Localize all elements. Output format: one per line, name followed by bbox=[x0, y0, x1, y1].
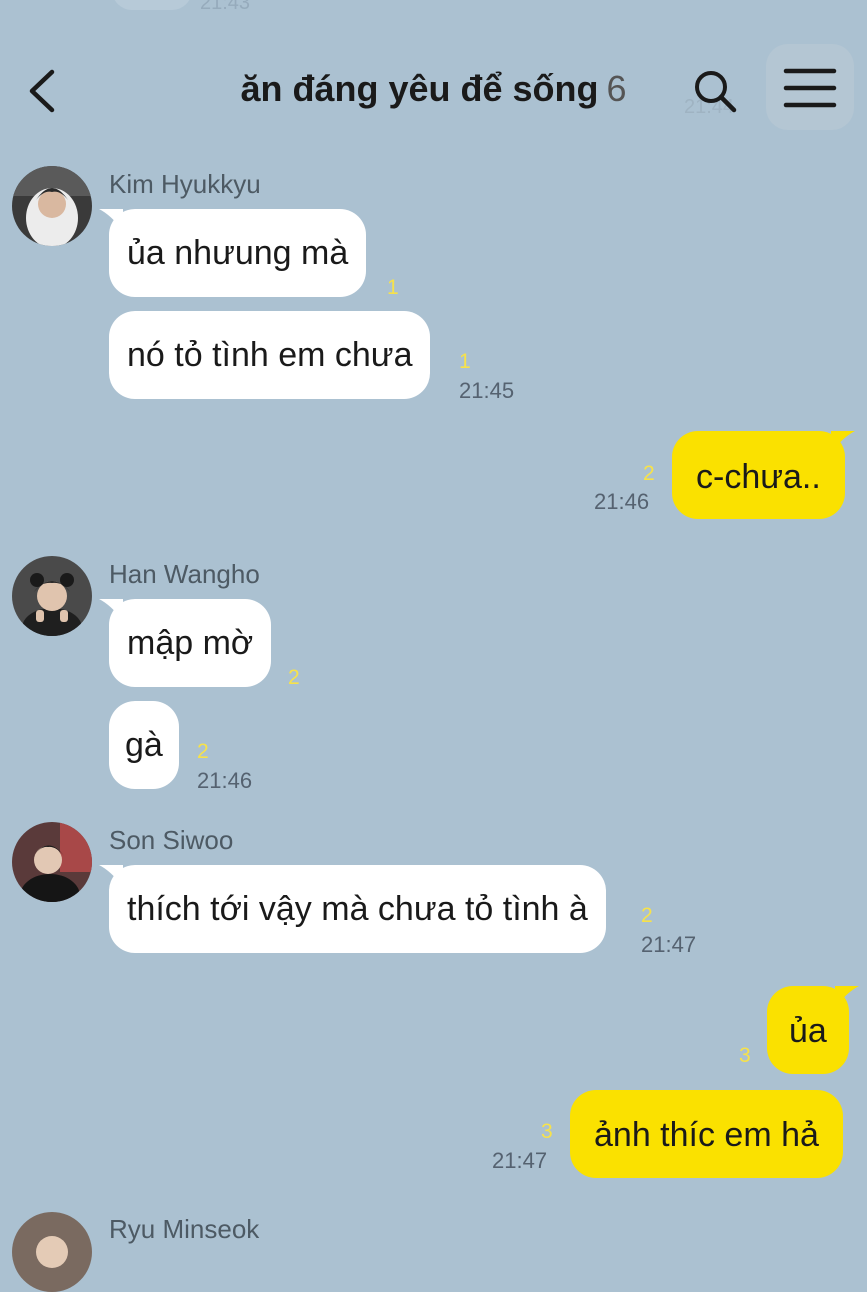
message-timestamp: 21:46 bbox=[197, 768, 253, 793]
avatar-kim-hyukkyu[interactable] bbox=[12, 166, 92, 246]
avatar-han-wangho[interactable] bbox=[12, 556, 92, 636]
unread-count: 3 bbox=[541, 1120, 553, 1143]
avatar-next-sender[interactable] bbox=[12, 1212, 92, 1292]
message-bubble[interactable]: nó tỏ tình em chưa bbox=[109, 311, 431, 399]
message-bubble[interactable]: gà bbox=[109, 701, 179, 789]
unread-count: 2 bbox=[288, 666, 300, 689]
unread-count: 1 bbox=[387, 276, 399, 299]
message-timestamp: 21:46 bbox=[594, 489, 650, 514]
sender-name: Kim Hyukkyu bbox=[109, 169, 261, 199]
message-text: gà bbox=[125, 726, 163, 764]
avatar-son-siwoo[interactable] bbox=[12, 822, 92, 902]
previous-bubble-partial bbox=[112, 0, 192, 10]
message-text: ủa nhưung mà bbox=[127, 234, 349, 272]
unread-count: 3 bbox=[739, 1044, 751, 1067]
sender-name: Son Siwoo bbox=[109, 825, 234, 855]
message-timestamp: 21:47 bbox=[492, 1148, 548, 1173]
message-bubble[interactable]: mập mờ bbox=[99, 599, 272, 687]
message-text: ủa bbox=[789, 1012, 827, 1050]
my-message-bubble[interactable]: ảnh thíc em hả bbox=[570, 1090, 843, 1178]
unread-count: 2 bbox=[641, 904, 653, 927]
unread-count: 2 bbox=[197, 740, 209, 763]
chat-title-text: ăn đáng yêu để sống bbox=[240, 68, 599, 109]
message-text: ảnh thíc em hả bbox=[594, 1116, 819, 1154]
search-icon[interactable] bbox=[692, 68, 738, 114]
my-message-bubble[interactable]: c-chưa.. bbox=[672, 431, 855, 519]
message-timestamp: 21:45 bbox=[459, 378, 515, 403]
sender-name: Han Wangho bbox=[109, 559, 260, 589]
unread-count: 2 bbox=[643, 462, 655, 485]
message-text: nó tỏ tình em chưa bbox=[127, 336, 413, 374]
message-text: thích tới vậy mà chưa tỏ tình à bbox=[127, 890, 588, 928]
message-text: mập mờ bbox=[127, 624, 254, 662]
unread-count: 1 bbox=[459, 350, 471, 373]
sender-name: Ryu Minseok bbox=[109, 1214, 260, 1244]
message-timestamp: 21:47 bbox=[641, 932, 697, 957]
menu-icon[interactable] bbox=[766, 44, 854, 130]
member-count: 6 bbox=[606, 68, 627, 109]
message-bubble[interactable]: ủa nhưung mà bbox=[99, 209, 367, 297]
previous-timestamp: 21:43 bbox=[200, 0, 251, 14]
message-bubble[interactable]: thích tới vậy mà chưa tỏ tình à bbox=[99, 865, 606, 953]
message-text: c-chưa.. bbox=[696, 458, 821, 496]
my-message-bubble[interactable]: ủa bbox=[767, 986, 859, 1074]
